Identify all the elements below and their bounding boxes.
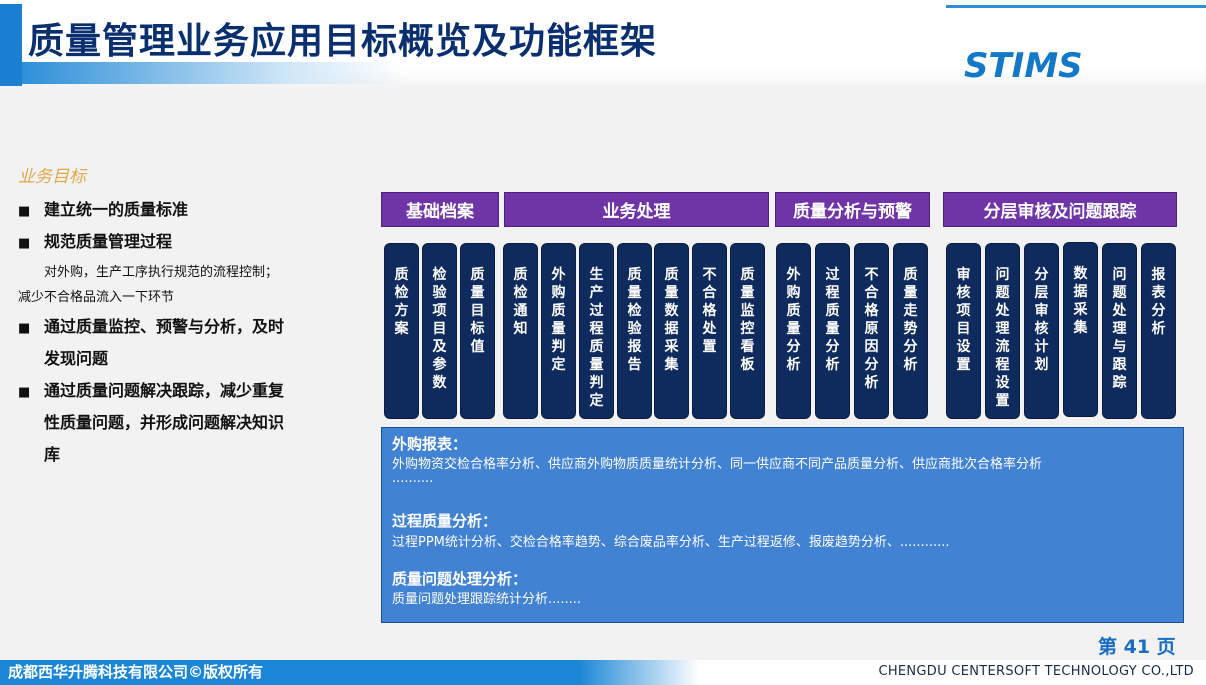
report-heading: 过程质量分析： <box>392 512 498 530</box>
function-label: 外购质量判定 <box>551 267 566 373</box>
function-label: 过程质量分析 <box>825 267 840 373</box>
function-item: 质量监控看板 <box>730 243 765 419</box>
function-item: 问题处理与跟踪 <box>1102 243 1137 419</box>
function-item: 不合格原因分析 <box>854 243 889 419</box>
function-label: 审核项目设置 <box>956 267 971 373</box>
function-item: 审核项目设置 <box>946 243 981 419</box>
page-number: 第 41 页 <box>1098 636 1176 658</box>
function-item: 质量走势分析 <box>893 243 928 419</box>
function-label: 问题处理与跟踪 <box>1112 267 1127 391</box>
report-panel: 外购报表： 外购物资交检合格率分析、供应商外购物质质量统计分析、同一供应商不同产… <box>381 427 1184 623</box>
category-header: 分层审核及问题跟踪 <box>943 192 1177 227</box>
goal-text: 规范质量管理过程 <box>44 232 173 251</box>
goal-item-1: ■ 建立统一的质量标准 <box>18 196 188 220</box>
function-label: 问题处理流程设置 <box>995 267 1010 409</box>
bullet-icon: ■ <box>18 321 31 336</box>
report-text: 质量问题处理跟踪统计分析........ <box>392 592 582 607</box>
goal-text: 通过质量问题解决跟踪，减少重复 <box>44 381 285 400</box>
stims-logo: STIMS <box>964 46 1083 86</box>
function-item: 质检通知 <box>503 243 538 419</box>
function-label: 质量监控看板 <box>740 267 755 373</box>
function-label: 质量检验报告 <box>627 267 642 373</box>
function-item: 质量目标值 <box>460 243 495 419</box>
function-label: 分层审核计划 <box>1034 267 1049 373</box>
function-item: 过程质量分析 <box>815 243 850 419</box>
function-label: 质检方案 <box>394 267 409 337</box>
function-label: 生产过程质量判定 <box>589 267 604 409</box>
bullet-icon: ■ <box>18 385 31 400</box>
function-item: 检验项目及参数 <box>422 243 457 419</box>
goal-text: 通过质量监控、预警与分析，及时 <box>44 317 285 336</box>
goal-item-3: ■ 通过质量监控、预警与分析，及时 <box>18 313 284 337</box>
function-item: 报表分析 <box>1141 243 1176 419</box>
header-rule <box>946 5 1206 8</box>
function-label: 质量走势分析 <box>903 267 918 373</box>
function-label: 不合格原因分析 <box>864 267 879 391</box>
report-heading: 外购报表： <box>392 435 468 453</box>
function-item: 质检方案 <box>384 243 419 419</box>
footer-company: CHENGDU CENTERSOFT TECHNOLOGY CO.,LTD <box>878 664 1194 679</box>
goal-text: 发现问题 <box>44 349 109 368</box>
bullet-icon: ■ <box>18 204 31 219</box>
function-label: 质量目标值 <box>470 267 485 355</box>
function-item: 数据采集 <box>1063 242 1098 417</box>
category-header: 质量分析与预警 <box>775 192 930 227</box>
function-label: 质检通知 <box>513 267 528 337</box>
report-text: .......... <box>392 471 434 486</box>
page-title: 质量管理业务应用目标概览及功能框架 <box>28 21 658 62</box>
bullet-icon: ■ <box>18 236 31 251</box>
footer-copyright: 成都西华升腾科技有限公司©版权所有 <box>8 663 264 681</box>
goal-text: 建立统一的质量标准 <box>44 200 189 219</box>
function-item: 分层审核计划 <box>1024 243 1059 419</box>
goals-title: 业务目标 <box>18 167 86 187</box>
function-item: 不合格处置 <box>692 243 727 419</box>
category-header: 基础档案 <box>381 192 499 227</box>
report-text: 过程PPM统计分析、交检合格率趋势、综合废品率分析、生产过程返修、报废趋势分析、… <box>392 535 950 550</box>
function-item: 外购质量判定 <box>541 243 576 419</box>
goal-text: 性质量问题，并形成问题解决知识 <box>44 413 285 432</box>
function-item: 质量数据采集 <box>654 243 689 419</box>
title-underbar <box>22 62 402 84</box>
function-label: 不合格处置 <box>702 267 717 355</box>
goal-subtext: 对外购，生产工序执行规范的流程控制； <box>44 265 279 280</box>
goal-text: 库 <box>44 445 61 464</box>
goal-item-4: ■ 通过质量问题解决跟踪，减少重复 <box>18 377 284 401</box>
goal-item-2: ■ 规范质量管理过程 <box>18 228 172 252</box>
function-label: 数据采集 <box>1073 266 1088 336</box>
function-label: 检验项目及参数 <box>432 267 447 391</box>
function-item: 问题处理流程设置 <box>985 243 1020 419</box>
function-item: 生产过程质量判定 <box>579 243 614 419</box>
function-item: 外购质量分析 <box>776 243 811 419</box>
header-accent <box>0 4 22 86</box>
goal-subtext: 减少不合格品流入一下环节 <box>18 290 175 305</box>
function-label: 外购质量分析 <box>786 267 801 373</box>
function-label: 质量数据采集 <box>664 267 679 373</box>
category-header: 业务处理 <box>504 192 769 227</box>
function-item: 质量检验报告 <box>617 243 652 419</box>
report-text: 外购物资交检合格率分析、供应商外购物质质量统计分析、同一供应商不同产品质量分析、… <box>392 457 1043 472</box>
function-label: 报表分析 <box>1151 267 1166 337</box>
report-heading: 质量问题处理分析： <box>392 570 528 588</box>
